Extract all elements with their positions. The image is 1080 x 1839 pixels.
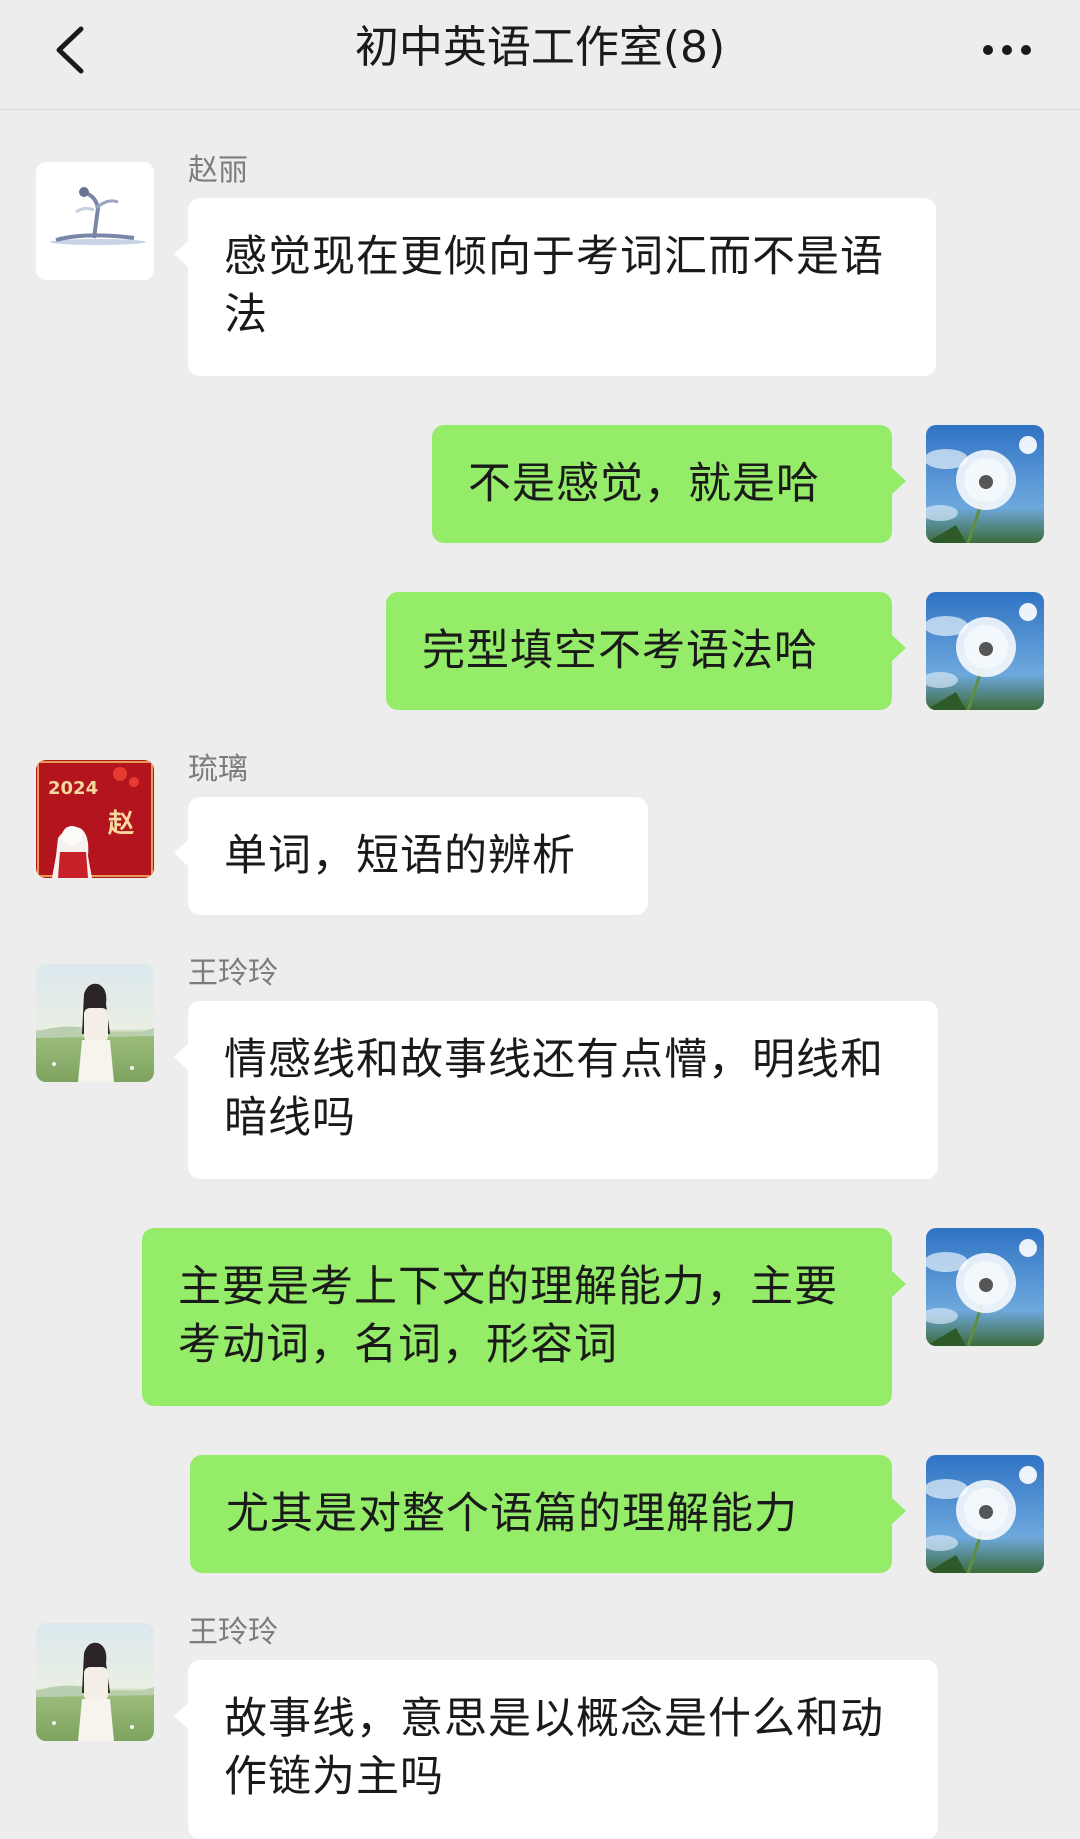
chat-title: 初中英语工作室(8) (354, 22, 726, 73)
sender-name: 王玲玲 (188, 1615, 278, 1650)
dandelion-avatar-image (926, 1455, 1044, 1573)
message-text: 情感线和故事线还有点懵，明线和暗线吗 (224, 1035, 884, 1143)
dandelion-avatar-image (926, 1228, 1044, 1346)
avatar-badge-char: 赵 (107, 809, 135, 839)
message-text: 单词，短语的辨析 (224, 831, 576, 881)
message-bubble-outgoing[interactable]: 完型填空不考语法哈 (386, 592, 906, 710)
girl-field-avatar-image (36, 964, 154, 1082)
more-options-button[interactable] (972, 20, 1042, 80)
chevron-left-icon (56, 26, 84, 74)
dandelion-avatar-image (926, 592, 1044, 710)
message-bubble-outgoing[interactable]: 尤其是对整个语篇的理解能力 (190, 1455, 906, 1573)
new-year-avatar-image: 2024 赵 (36, 760, 154, 878)
message-text: 感觉现在更倾向于考词汇而不是语法 (224, 232, 884, 340)
message-bubble-incoming[interactable]: 单词，短语的辨析 (174, 797, 648, 915)
message-bubble-incoming[interactable]: 故事线，意思是以概念是什么和动作链为主吗 (174, 1660, 938, 1839)
back-button[interactable] (40, 20, 100, 80)
message-bubble-incoming[interactable]: 感觉现在更倾向于考词汇而不是语法 (174, 198, 936, 376)
girl-field-avatar-image (36, 1623, 154, 1741)
avatar-badge-year: 2024 (48, 778, 98, 799)
avatar-liuli[interactable]: 2024 赵 (36, 760, 154, 878)
message-text: 故事线，意思是以概念是什么和动作链为主吗 (224, 1694, 884, 1802)
avatar-wanglingling[interactable] (36, 1623, 154, 1741)
avatar-zhaoli[interactable] (36, 162, 154, 280)
sender-name: 王玲玲 (188, 956, 278, 991)
dandelion-avatar-image (926, 425, 1044, 543)
message-bubble-outgoing[interactable]: 主要是考上下文的理解能力，主要考动词，名词，形容词 (142, 1228, 906, 1406)
message-text: 不是感觉，就是哈 (468, 459, 820, 509)
more-dots-icon (983, 45, 993, 55)
avatar-self[interactable] (926, 425, 1044, 543)
message-bubble-outgoing[interactable]: 不是感觉，就是哈 (432, 425, 906, 543)
chat-header: 初中英语工作室(8) (0, 0, 1080, 110)
sender-name: 赵丽 (188, 153, 248, 188)
message-text: 尤其是对整个语篇的理解能力 (226, 1489, 798, 1539)
sender-name: 琉璃 (188, 752, 248, 787)
message-text: 完型填空不考语法哈 (422, 626, 818, 676)
message-bubble-incoming[interactable]: 情感线和故事线还有点懵，明线和暗线吗 (174, 1001, 938, 1179)
avatar-self[interactable] (926, 1455, 1044, 1573)
dancer-avatar-image (36, 162, 154, 280)
avatar-wanglingling[interactable] (36, 964, 154, 1082)
message-text: 主要是考上下文的理解能力，主要考动词，名词，形容词 (178, 1262, 838, 1370)
avatar-self[interactable] (926, 592, 1044, 710)
avatar-self[interactable] (926, 1228, 1044, 1346)
